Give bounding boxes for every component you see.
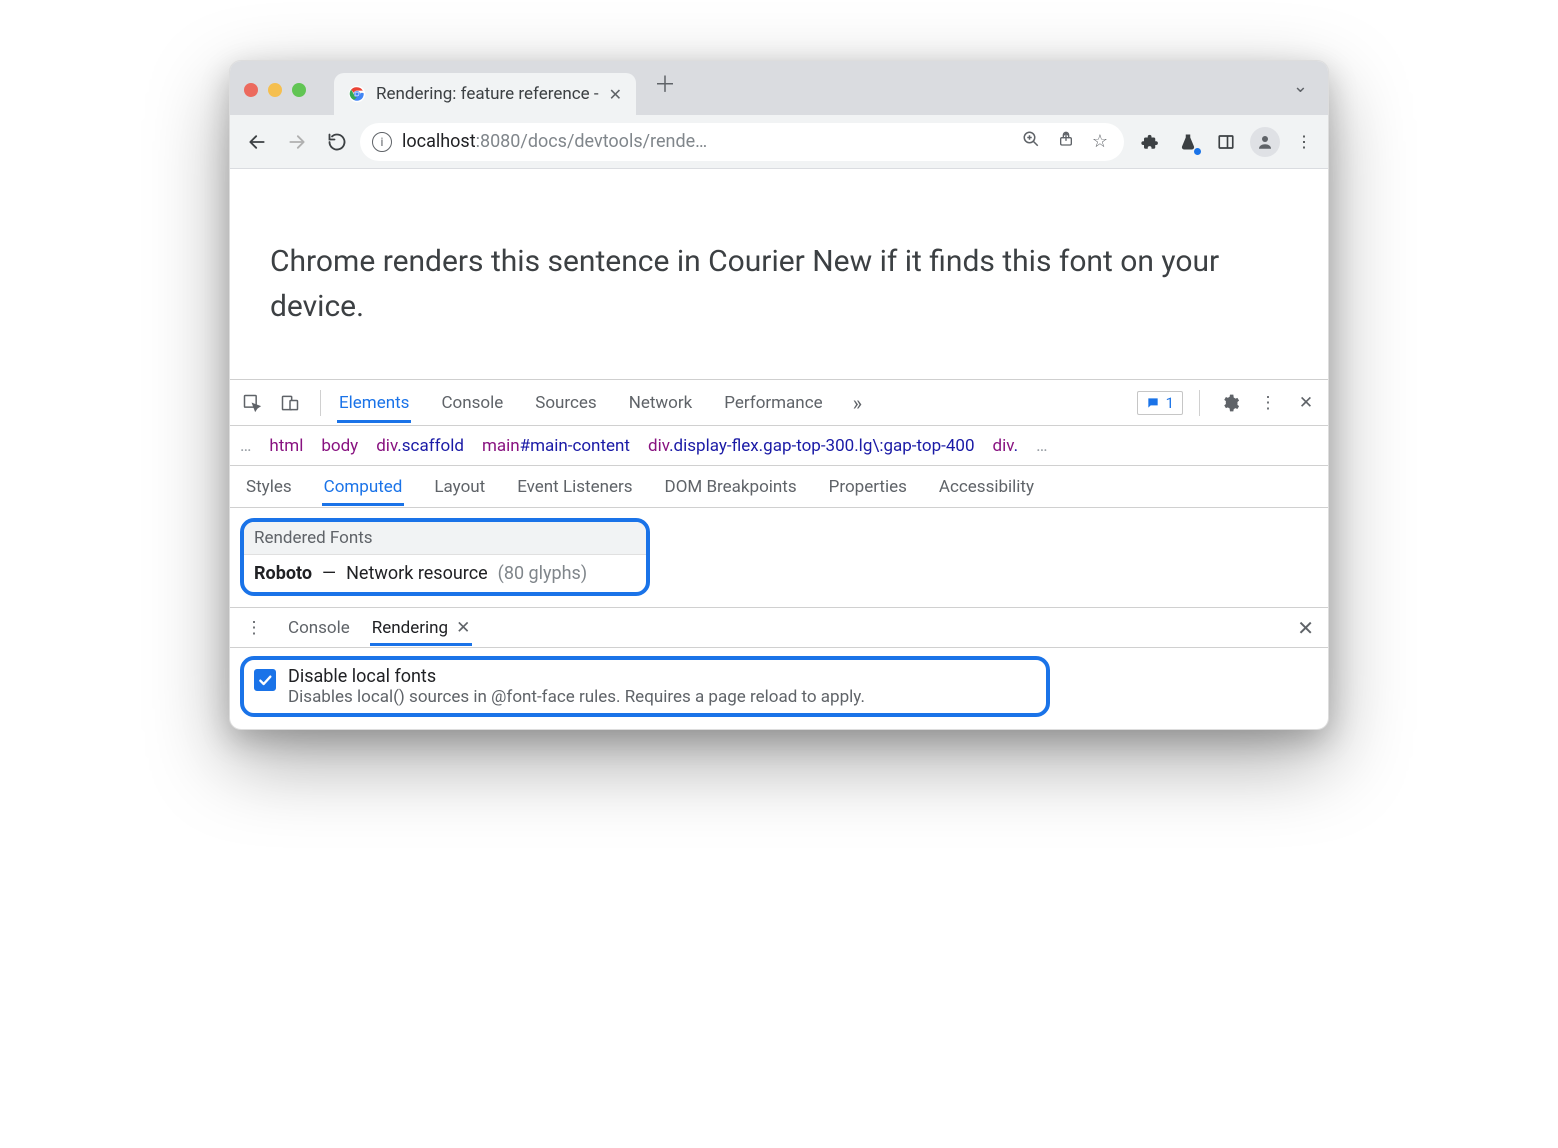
- breadcrumb-item[interactable]: div.: [993, 436, 1019, 456]
- option-description: Disables local() sources in @font-face r…: [288, 687, 865, 707]
- breadcrumb-overflow-left[interactable]: …: [240, 436, 251, 456]
- breadcrumb-item[interactable]: html: [269, 436, 303, 456]
- breadcrumb-item[interactable]: main#main-content: [482, 436, 630, 456]
- devtools-panel: Elements Console Sources Network Perform…: [230, 379, 1328, 729]
- browser-window: Rendering: feature reference - ✕ ＋ ⌄ i l…: [229, 60, 1329, 730]
- drawer-kebab-icon[interactable]: ⋮: [240, 614, 268, 642]
- drawer-tabs: ⋮ Console Rendering ✕ ✕: [230, 608, 1328, 648]
- tab-title: Rendering: feature reference -: [376, 84, 599, 104]
- toolbar: i localhost:8080/docs/devtools/rende… ☆: [230, 115, 1328, 169]
- forward-button[interactable]: [280, 125, 314, 159]
- tabs-dropdown-icon[interactable]: ⌄: [1287, 72, 1314, 101]
- extensions-icon[interactable]: [1136, 128, 1164, 156]
- page-sentence: Chrome renders this sentence in Courier …: [270, 244, 1219, 324]
- reload-button[interactable]: [320, 125, 354, 159]
- devtools-toolbar: Elements Console Sources Network Perform…: [230, 380, 1328, 426]
- breadcrumb-overflow-right[interactable]: …: [1036, 436, 1047, 456]
- tab-sources[interactable]: Sources: [533, 383, 598, 423]
- minimize-window-button[interactable]: [268, 83, 282, 97]
- font-glyphs: (80 glyphs): [498, 563, 587, 584]
- toolbar-right: ⋮: [1130, 127, 1318, 157]
- drawer-close-icon[interactable]: ✕: [1293, 612, 1318, 644]
- disable-local-fonts-option: Disable local fonts Disables local() sou…: [240, 656, 1050, 717]
- subtab-layout[interactable]: Layout: [432, 468, 487, 506]
- divider: [320, 390, 321, 416]
- issues-counter[interactable]: 1: [1137, 391, 1183, 415]
- panel-icon[interactable]: [1212, 128, 1240, 156]
- subtab-styles[interactable]: Styles: [244, 468, 294, 506]
- drawer-tab-rendering[interactable]: Rendering ✕: [370, 610, 473, 646]
- subtab-dom-breakpoints[interactable]: DOM Breakpoints: [663, 468, 799, 506]
- page-content: Chrome renders this sentence in Courier …: [230, 169, 1328, 379]
- issues-count: 1: [1166, 394, 1174, 412]
- tab-elements[interactable]: Elements: [337, 383, 411, 423]
- site-info-icon[interactable]: i: [372, 132, 392, 152]
- close-drawer-tab-icon[interactable]: ✕: [456, 618, 470, 638]
- rendered-fonts-block: Rendered Fonts Roboto — Network resource…: [240, 518, 650, 596]
- disable-local-fonts-checkbox[interactable]: [254, 669, 276, 691]
- rendered-fonts-row: Roboto — Network resource (80 glyphs): [244, 555, 646, 592]
- devtools-kebab-icon[interactable]: ⋮: [1254, 389, 1282, 417]
- profile-avatar-icon[interactable]: [1250, 127, 1280, 157]
- elements-subtabs: Styles Computed Layout Event Listeners D…: [230, 466, 1328, 508]
- subtab-properties[interactable]: Properties: [827, 468, 909, 506]
- device-toggle-icon[interactable]: [276, 389, 304, 417]
- dom-breadcrumbs: … html body div.scaffold main#main-conte…: [230, 426, 1328, 466]
- dash: —: [322, 563, 336, 584]
- breadcrumb-item[interactable]: div.display-flex.gap-top-300.lg\:gap-top…: [648, 436, 975, 456]
- share-icon[interactable]: [1054, 131, 1078, 152]
- tab-network[interactable]: Network: [627, 383, 695, 423]
- chrome-favicon-icon: [348, 85, 366, 103]
- bookmark-star-icon[interactable]: ☆: [1088, 131, 1112, 152]
- devtools-drawer: ⋮ Console Rendering ✕ ✕ Disable local fo…: [230, 607, 1328, 729]
- devtools-close-icon[interactable]: ✕: [1292, 389, 1320, 417]
- more-tabs-icon[interactable]: »: [853, 391, 862, 415]
- breadcrumb-item[interactable]: div.scaffold: [376, 436, 464, 456]
- tab-console[interactable]: Console: [439, 383, 505, 423]
- option-title: Disable local fonts: [288, 666, 865, 687]
- font-name: Roboto: [254, 563, 312, 584]
- subtab-event-listeners[interactable]: Event Listeners: [515, 468, 634, 506]
- lab-flask-icon[interactable]: [1174, 128, 1202, 156]
- subtab-computed[interactable]: Computed: [322, 468, 405, 506]
- url-host: localhost: [402, 131, 476, 152]
- zoom-icon[interactable]: [1018, 130, 1044, 153]
- rendered-fonts-heading: Rendered Fonts: [244, 522, 646, 555]
- subtab-accessibility[interactable]: Accessibility: [937, 468, 1036, 506]
- inspect-element-icon[interactable]: [238, 389, 266, 417]
- option-text: Disable local fonts Disables local() sou…: [288, 666, 865, 707]
- browser-tab[interactable]: Rendering: feature reference - ✕: [334, 73, 636, 115]
- divider: [1199, 390, 1200, 416]
- window-controls: [244, 83, 306, 97]
- close-tab-icon[interactable]: ✕: [609, 85, 622, 104]
- devtools-main-tabs: Elements Console Sources Network Perform…: [337, 383, 1127, 423]
- new-tab-button[interactable]: ＋: [644, 61, 686, 105]
- address-bar[interactable]: i localhost:8080/docs/devtools/rende… ☆: [360, 123, 1124, 161]
- settings-gear-icon[interactable]: [1216, 389, 1244, 417]
- close-window-button[interactable]: [244, 83, 258, 97]
- tab-performance[interactable]: Performance: [722, 383, 824, 423]
- drawer-tab-console[interactable]: Console: [286, 610, 352, 646]
- kebab-menu-icon[interactable]: ⋮: [1290, 128, 1318, 156]
- url-path: :8080/docs/devtools/rende…: [476, 131, 708, 152]
- back-button[interactable]: [240, 125, 274, 159]
- font-source: Network resource: [346, 563, 488, 584]
- drawer-body: Disable local fonts Disables local() sou…: [230, 648, 1328, 729]
- url-text: localhost:8080/docs/devtools/rende…: [402, 131, 1008, 152]
- maximize-window-button[interactable]: [292, 83, 306, 97]
- title-bar: Rendering: feature reference - ✕ ＋ ⌄: [230, 61, 1328, 115]
- breadcrumb-item[interactable]: body: [321, 436, 358, 456]
